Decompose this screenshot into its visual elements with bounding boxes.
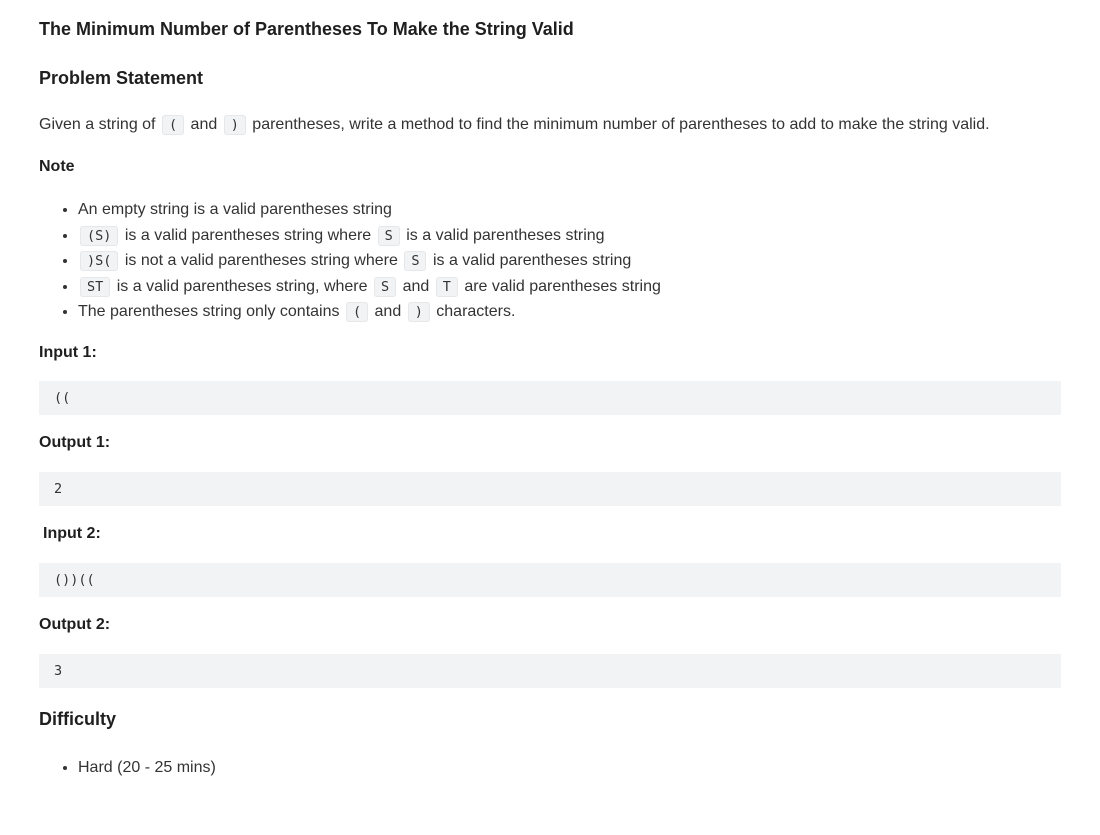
inline-code: S: [377, 225, 400, 246]
list-item: ST is a valid parentheses string, where …: [78, 274, 661, 300]
problem-statement-text: Given a string of ( and ) parentheses, w…: [39, 115, 990, 135]
inline-code: S: [404, 251, 427, 272]
input-1-label: Input 1:: [39, 344, 97, 361]
output-2-label: Output 2:: [39, 616, 111, 633]
input-2-code-block: ())((: [39, 563, 1061, 597]
list-item: (S) is a valid parentheses string where …: [78, 223, 661, 249]
problem-statement-heading: Problem Statement: [39, 68, 204, 88]
input-1-code-block: ((: [39, 381, 1061, 415]
list-item: An empty string is a valid parentheses s…: [78, 197, 661, 223]
difficulty-heading: Difficulty: [39, 709, 117, 729]
difficulty-list: Hard (20 - 25 mins): [38, 755, 216, 781]
inline-code: ST: [80, 276, 111, 297]
inline-code: (: [345, 302, 369, 323]
page-title: The Minimum Number of Parentheses To Mak…: [39, 19, 574, 39]
note-heading: Note: [39, 158, 75, 175]
list-item: )S( is not a valid parentheses string wh…: [78, 248, 661, 274]
output-1-label: Output 1:: [39, 434, 111, 451]
inline-code: (S): [80, 225, 119, 246]
problem-page: The Minimum Number of Parentheses To Mak…: [0, 0, 1100, 835]
inline-code: )S(: [80, 251, 119, 272]
input-2-label: Input 2:: [43, 525, 101, 542]
output-2-code-block: 3: [39, 654, 1061, 688]
inline-code: (: [161, 115, 185, 135]
inline-code: S: [373, 276, 397, 297]
inline-code: ): [407, 302, 430, 323]
list-item: Hard (20 - 25 mins): [78, 755, 216, 781]
inline-code: ): [223, 115, 246, 135]
inline-code: T: [435, 276, 458, 297]
note-list: An empty string is a valid parentheses s…: [38, 197, 661, 325]
output-1-code-block: 2: [39, 472, 1061, 506]
list-item: The parentheses string only contains ( a…: [78, 299, 661, 325]
